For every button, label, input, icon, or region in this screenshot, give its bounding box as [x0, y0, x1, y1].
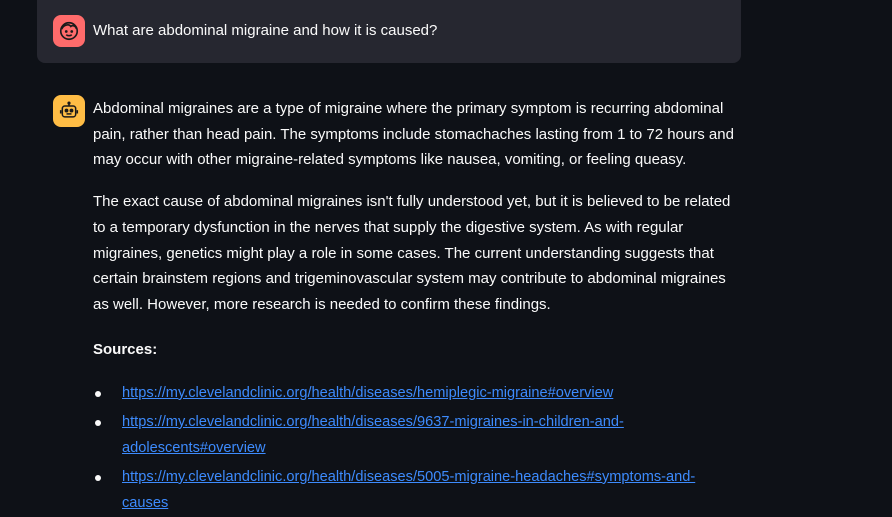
robot-icon — [53, 95, 85, 127]
source-link[interactable]: https://my.clevelandclinic.org/health/di… — [122, 385, 613, 401]
source-item: https://my.clevelandclinic.org/health/di… — [93, 380, 738, 406]
user-message-text: What are abdominal migraine and how it i… — [93, 22, 438, 39]
sources-list: https://my.clevelandclinic.org/health/di… — [93, 380, 738, 516]
assistant-paragraph: The exact cause of abdominal migraines i… — [93, 193, 731, 313]
bullet — [95, 390, 101, 397]
bullet — [95, 419, 101, 426]
source-link[interactable]: https://my.clevelandclinic.org/health/di… — [122, 414, 624, 456]
user-face-icon — [53, 15, 85, 47]
assistant-paragraph: Abdominal migraines are a type of migrai… — [93, 100, 734, 169]
chat-container: What are abdominal migraine and how it i… — [0, 0, 892, 517]
user-message: What are abdominal migraine and how it i… — [37, 0, 741, 63]
bullet — [95, 474, 101, 481]
source-item: https://my.clevelandclinic.org/health/di… — [93, 409, 738, 461]
source-link[interactable]: https://my.clevelandclinic.org/health/di… — [122, 469, 695, 511]
source-item: https://my.clevelandclinic.org/health/di… — [93, 464, 738, 516]
assistant-message: Abdominal migraines are a type of migrai… — [93, 96, 738, 517]
sources-heading: Sources: — [93, 340, 158, 358]
